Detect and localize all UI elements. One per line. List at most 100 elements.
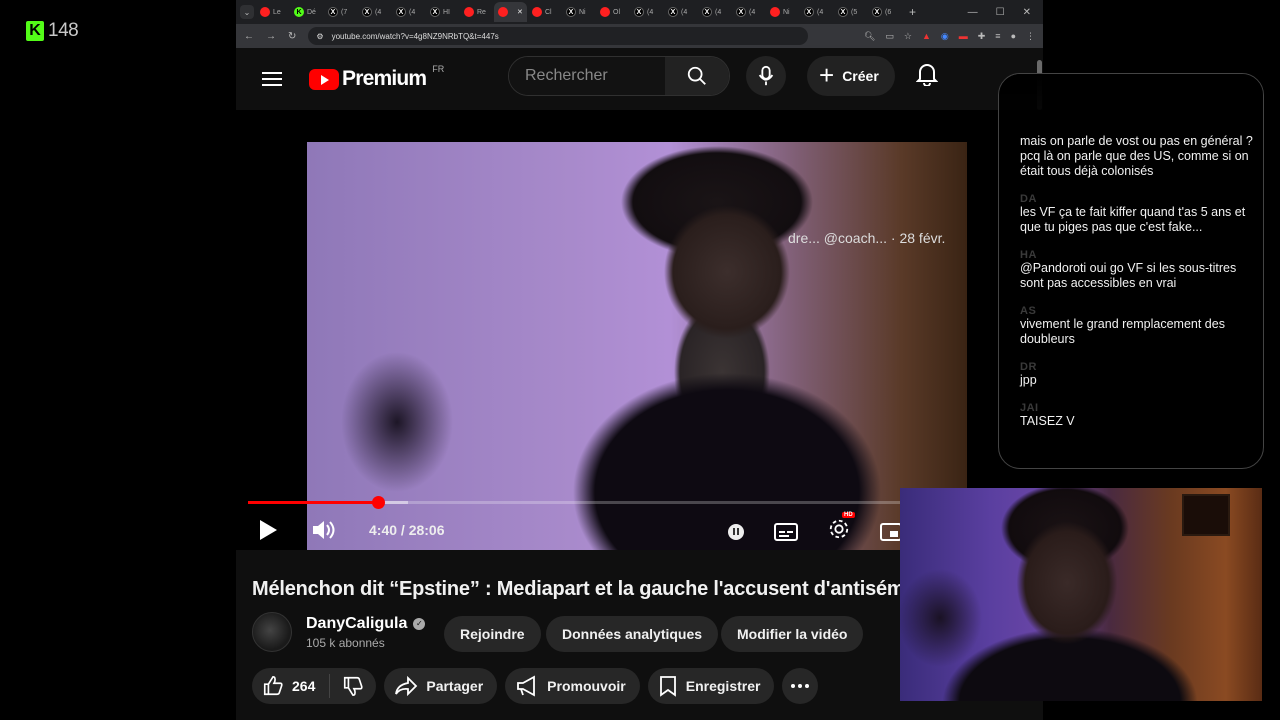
- more-actions-button[interactable]: [782, 668, 819, 704]
- share-button[interactable]: Partager: [384, 668, 498, 704]
- x-favicon-icon: X: [430, 7, 440, 17]
- channel-name[interactable]: DanyCaligula: [306, 615, 407, 633]
- analytics-button[interactable]: Données analytiques: [546, 616, 719, 652]
- tab-title: HI: [443, 8, 450, 16]
- browser-tab[interactable]: X (5: [834, 2, 867, 22]
- wall-frame: [1182, 494, 1230, 536]
- volume-icon[interactable]: [311, 518, 337, 542]
- video-frame: [307, 142, 967, 550]
- video-actions: 264 Partager Promouvoir Enregistrer: [252, 668, 819, 704]
- tab-title: (4: [749, 8, 756, 16]
- browser-tab[interactable]: X (6: [868, 2, 901, 22]
- chat-message: HA @Pandoroti oui go VF si les sous-titre…: [1020, 249, 1255, 291]
- profile-icon[interactable]: ●: [1011, 31, 1016, 42]
- search-button[interactable]: [665, 57, 729, 95]
- chat-text: vivement le grand remplacement des doubl…: [1020, 317, 1225, 346]
- maximize-button[interactable]: ☐: [996, 7, 1005, 18]
- save-button[interactable]: Enregistrer: [647, 668, 775, 704]
- channel-name-row: DanyCaligula ✓: [306, 615, 426, 633]
- cast-icon[interactable]: ▭: [885, 31, 894, 42]
- dislike-button[interactable]: [330, 675, 376, 697]
- miniplayer-icon[interactable]: [880, 522, 902, 542]
- edit-video-button[interactable]: Modifier la vidéo: [721, 616, 864, 652]
- tab-title: (4: [375, 8, 382, 16]
- youtube-favicon-icon: [600, 7, 610, 17]
- tab-title: Le: [273, 8, 281, 16]
- zoom-icon[interactable]: 🔍︎: [864, 31, 875, 42]
- browser-tab[interactable]: X HI: [426, 2, 459, 22]
- browser-tab[interactable]: X (7: [324, 2, 357, 22]
- browser-tab[interactable]: X (4: [698, 2, 731, 22]
- site-info-icon[interactable]: ⚙: [316, 32, 323, 41]
- settings-button[interactable]: HD: [828, 512, 855, 545]
- forward-icon[interactable]: →: [266, 31, 276, 42]
- thumbs-down-icon: [344, 676, 363, 696]
- tab-title: (4: [647, 8, 654, 16]
- reading-list-icon[interactable]: ≡: [995, 31, 1000, 42]
- tab-search-icon[interactable]: ⌄: [240, 5, 254, 19]
- chat-text: mais on parle de vost ou pas en général …: [1020, 134, 1253, 178]
- search-input[interactable]: Rechercher: [509, 57, 665, 95]
- play-button[interactable]: [260, 520, 277, 540]
- channel-avatar[interactable]: [252, 612, 292, 652]
- bell-icon: [915, 64, 939, 87]
- tab-title: Ni: [579, 8, 586, 16]
- x-favicon-icon: X: [702, 7, 712, 17]
- minimize-button[interactable]: —: [968, 7, 978, 18]
- extension-icon[interactable]: ▲: [922, 31, 931, 42]
- reload-icon[interactable]: ↻: [288, 31, 296, 42]
- browser-tab[interactable]: ✕: [494, 2, 527, 22]
- browser-tab[interactable]: Ni: [766, 2, 799, 22]
- like-button[interactable]: 264: [252, 674, 331, 698]
- close-window-button[interactable]: ✕: [1023, 7, 1031, 18]
- menu-kebab-icon[interactable]: ⋮: [1026, 31, 1035, 42]
- tabs: Le K Dé X (7 X (4 X (4 X HI Re ✕ Cl X Ni Ol X (4 X (4 X (4 X (4 N…: [256, 2, 901, 22]
- x-favicon-icon: X: [362, 7, 372, 17]
- youtube-favicon-icon: [260, 7, 270, 17]
- search-box: Rechercher: [508, 56, 730, 96]
- url-text: youtube.com/watch?v=4g8NZ9NRbTQ&t=447s: [331, 31, 499, 41]
- close-tab-icon[interactable]: ✕: [517, 8, 523, 16]
- browser-tab[interactable]: X (4: [732, 2, 765, 22]
- subtitles-icon[interactable]: [774, 522, 798, 542]
- browser-tab[interactable]: Re: [460, 2, 493, 22]
- search-icon: [687, 66, 706, 85]
- microphone-icon: [758, 65, 774, 86]
- extension-icon[interactable]: ▬: [959, 31, 968, 42]
- autoplay-pause-icon[interactable]: [728, 523, 744, 540]
- create-button[interactable]: + Créer: [807, 56, 895, 96]
- address-bar[interactable]: ⚙ youtube.com/watch?v=4g8NZ9NRbTQ&t=447s: [308, 27, 809, 45]
- browser-tab[interactable]: Le: [256, 2, 289, 22]
- browser-tab[interactable]: X (4: [800, 2, 833, 22]
- kick-favicon-icon: K: [294, 7, 304, 17]
- channel-info: DanyCaligula ✓ 105 k abonnés: [252, 612, 426, 652]
- youtube-premium-logo[interactable]: Premium FR: [309, 64, 444, 91]
- create-label: Créer: [842, 68, 879, 84]
- extension-icon[interactable]: ◉: [941, 31, 949, 42]
- bookmark-icon: [659, 676, 676, 697]
- thumbs-up-icon: [263, 676, 283, 696]
- browser-tab[interactable]: Cl: [528, 2, 561, 22]
- browser-tab[interactable]: X (4: [392, 2, 425, 22]
- browser-tab[interactable]: X (4: [358, 2, 391, 22]
- browser-tab[interactable]: X Ni: [562, 2, 595, 22]
- hd-badge: HD: [842, 512, 855, 518]
- browser-tab[interactable]: X (4: [630, 2, 663, 22]
- new-tab-button[interactable]: +: [909, 5, 916, 19]
- back-icon[interactable]: ←: [244, 31, 254, 42]
- menu-icon[interactable]: [262, 72, 282, 86]
- promote-button[interactable]: Promouvoir: [505, 668, 640, 704]
- browser-tab[interactable]: Ol: [596, 2, 629, 22]
- join-button[interactable]: Rejoindre: [444, 616, 541, 652]
- like-count: 264: [292, 678, 316, 694]
- extensions-puzzle-icon[interactable]: ✚: [978, 31, 986, 42]
- notifications-button[interactable]: [915, 62, 939, 91]
- browser-tab[interactable]: X (4: [664, 2, 697, 22]
- x-favicon-icon: X: [396, 7, 406, 17]
- chat-message: DA les VF ça te fait kiffer quand t'as 5 …: [1020, 193, 1255, 235]
- video-player[interactable]: dre... @coach... · 28 févr. 4:40 / 28:06…: [236, 110, 1043, 550]
- bookmark-star-icon[interactable]: ☆: [904, 31, 912, 42]
- browser-tab[interactable]: K Dé: [290, 2, 323, 22]
- voice-search-button[interactable]: [746, 56, 786, 96]
- scrubber-handle[interactable]: [371, 496, 385, 509]
